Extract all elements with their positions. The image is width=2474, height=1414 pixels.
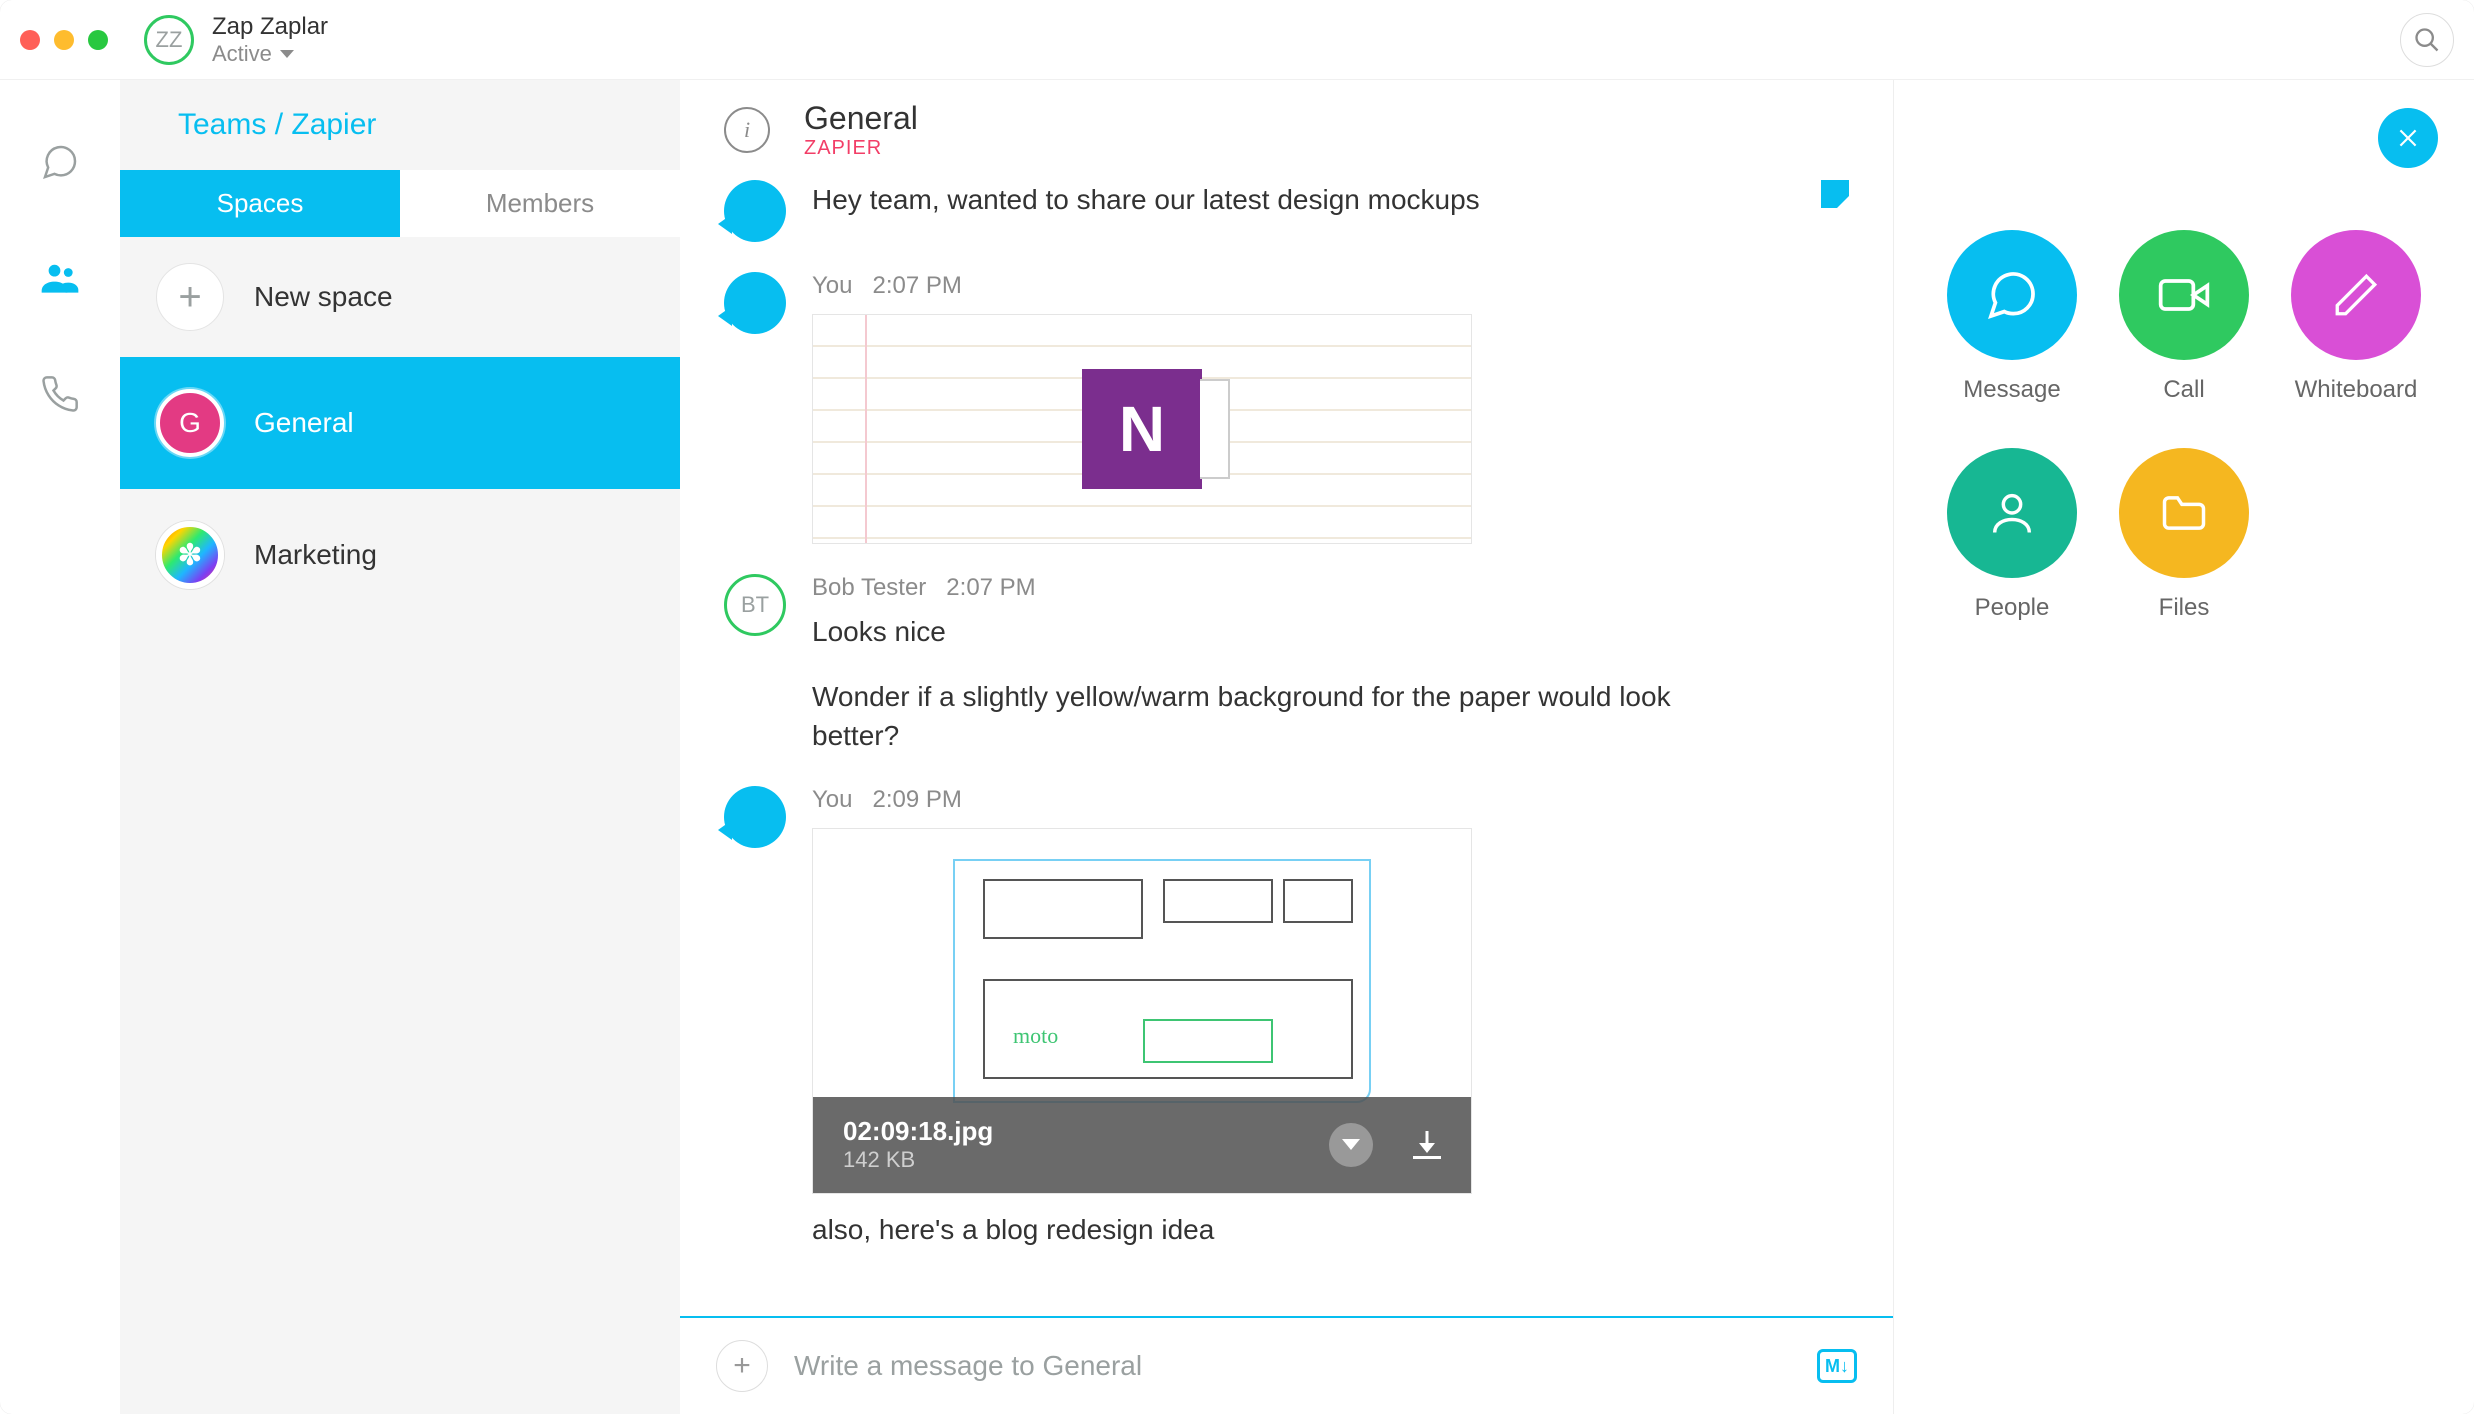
close-window-icon[interactable] (20, 30, 40, 50)
space-item-general[interactable]: G General (120, 357, 680, 489)
minimize-window-icon[interactable] (54, 30, 74, 50)
calls-nav-icon[interactable] (38, 372, 82, 416)
message-avatar (724, 180, 786, 242)
video-icon (2119, 230, 2249, 360)
action-label: Call (2163, 376, 2204, 404)
message-row: Hey team, wanted to share our latest des… (724, 180, 1849, 242)
tab-members[interactable]: Members (400, 170, 680, 237)
user-status-label: Active (212, 41, 272, 67)
nav-rail (0, 80, 120, 1414)
message-avatar: BT (724, 574, 786, 636)
team-subtitle: ZAPIER (804, 137, 918, 160)
search-button[interactable] (2400, 13, 2454, 67)
message-row: You 2:09 PM moto 02:09:18.jpg 142 (724, 786, 1849, 1249)
message-text: Wonder if a slightly yellow/warm backgro… (812, 677, 1712, 755)
space-avatar (156, 521, 224, 589)
space-item-marketing[interactable]: Marketing (120, 489, 680, 621)
window-controls (20, 30, 108, 50)
message-time: 2:09 PM (873, 786, 962, 814)
more-options-icon[interactable] (1329, 1123, 1373, 1167)
info-icon[interactable]: i (724, 107, 770, 153)
actions-grid: Message Call Whiteboard (1894, 230, 2474, 622)
space-title: General (804, 100, 918, 137)
message-composer: + M↓ (680, 1316, 1893, 1414)
action-files[interactable]: Files (2106, 448, 2262, 622)
user-avatar[interactable]: ZZ (144, 15, 194, 65)
action-label: People (1975, 594, 2050, 622)
message-avatar (724, 272, 786, 334)
action-message[interactable]: Message (1934, 230, 2090, 404)
message-list[interactable]: Hey team, wanted to share our latest des… (680, 174, 1893, 1316)
app-window: ZZ Zap Zaplar Active Teams / Zapier (0, 0, 2474, 1414)
app-body: Teams / Zapier Spaces Members + New spac… (0, 80, 2474, 1414)
action-label: Files (2159, 594, 2210, 622)
message-row: BT Bob Tester 2:07 PM Looks nice Wonder … (724, 574, 1849, 756)
new-space-button[interactable]: + New space (120, 237, 680, 357)
message-text: Hey team, wanted to share our latest des… (812, 180, 1795, 219)
action-people[interactable]: People (1934, 448, 2090, 622)
plus-icon: + (156, 263, 224, 331)
flag-icon[interactable] (1821, 180, 1849, 208)
right-panel: Message Call Whiteboard (1894, 80, 2474, 1414)
message-icon (1947, 230, 2077, 360)
search-icon (2413, 26, 2441, 54)
close-panel-button[interactable] (2378, 108, 2438, 168)
space-avatar: G (156, 389, 224, 457)
sidebar-tabs: Spaces Members (120, 170, 680, 237)
file-name: 02:09:18.jpg (843, 1116, 993, 1147)
space-header: i General ZAPIER (680, 80, 1893, 174)
pencil-icon (2291, 230, 2421, 360)
folder-icon (2119, 448, 2249, 578)
breadcrumb[interactable]: Teams / Zapier (120, 80, 680, 170)
message-author: Bob Tester (812, 574, 926, 602)
space-name: Marketing (254, 539, 377, 571)
header-titles: General ZAPIER (804, 100, 918, 160)
attachment-image[interactable] (812, 314, 1472, 544)
action-call[interactable]: Call (2106, 230, 2262, 404)
user-status-dropdown[interactable]: Active (212, 41, 328, 67)
chevron-down-icon (280, 50, 294, 58)
message-avatar (724, 786, 786, 848)
attachment-image[interactable]: moto 02:09:18.jpg 142 KB (812, 828, 1472, 1194)
chat-nav-icon[interactable] (38, 140, 82, 184)
person-icon (1947, 448, 2077, 578)
attach-button[interactable]: + (716, 1340, 768, 1392)
download-icon[interactable] (1413, 1131, 1441, 1159)
main-panel: i General ZAPIER Hey team, wanted to sha… (680, 80, 1894, 1414)
message-author: You (812, 272, 853, 300)
close-icon (2395, 125, 2421, 151)
message-author: You (812, 786, 853, 814)
message-input[interactable] (794, 1350, 1791, 1382)
message-time: 2:07 PM (946, 574, 1035, 602)
sidebar: Teams / Zapier Spaces Members + New spac… (120, 80, 680, 1414)
teams-nav-icon[interactable] (38, 256, 82, 300)
action-label: Whiteboard (2295, 376, 2418, 404)
message-text: Looks nice (812, 612, 1849, 651)
space-name: General (254, 407, 354, 439)
sketch-label: moto (1013, 1023, 1058, 1049)
maximize-window-icon[interactable] (88, 30, 108, 50)
markdown-icon[interactable]: M↓ (1817, 1349, 1857, 1383)
action-label: Message (1963, 376, 2060, 404)
message-text: also, here's a blog redesign idea (812, 1210, 1849, 1249)
tab-spaces[interactable]: Spaces (120, 170, 400, 237)
file-info-overlay: 02:09:18.jpg 142 KB (813, 1097, 1471, 1193)
action-whiteboard[interactable]: Whiteboard (2278, 230, 2434, 404)
user-info: Zap Zaplar Active (212, 13, 328, 67)
message-time: 2:07 PM (873, 272, 962, 300)
file-size: 142 KB (843, 1147, 993, 1173)
new-space-label: New space (254, 281, 393, 313)
titlebar: ZZ Zap Zaplar Active (0, 0, 2474, 80)
onenote-icon (1082, 369, 1202, 489)
user-name: Zap Zaplar (212, 13, 328, 41)
message-row: You 2:07 PM (724, 272, 1849, 544)
